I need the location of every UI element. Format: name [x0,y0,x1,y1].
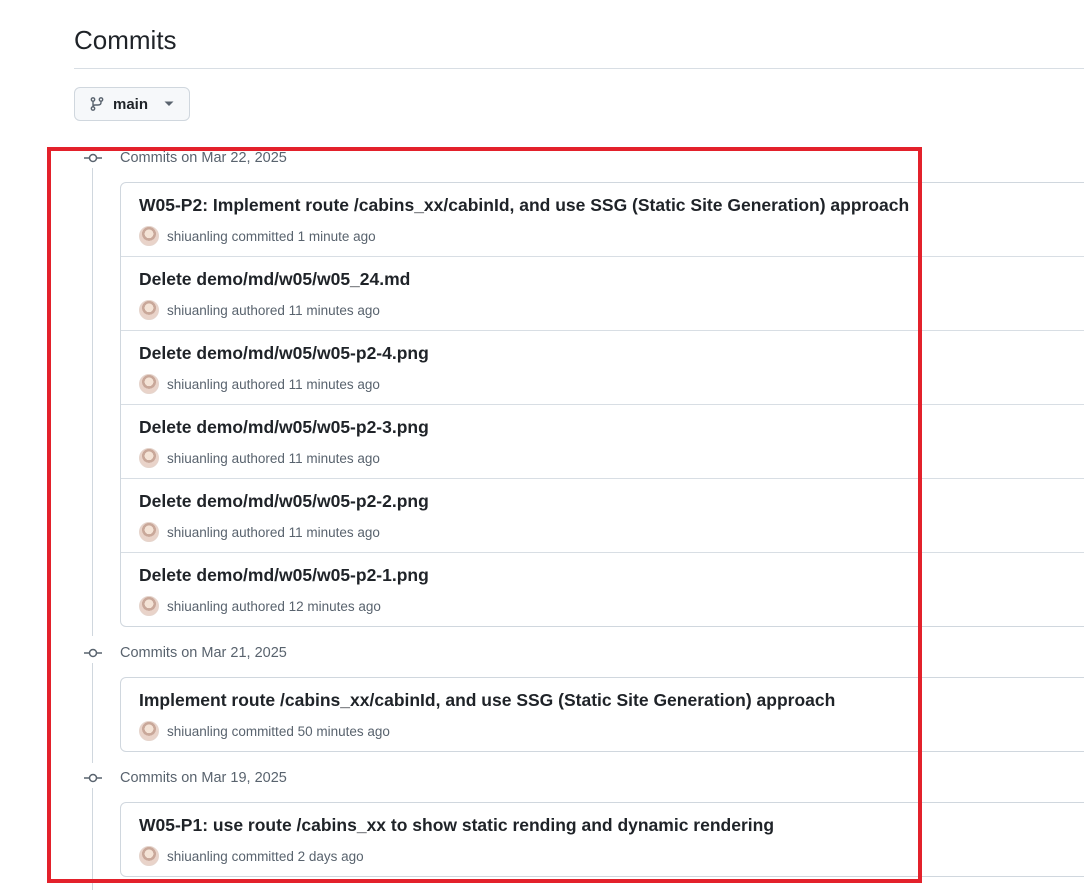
commit-time: 1 minute ago [297,228,376,244]
commit-author[interactable]: shiuanling [167,229,228,244]
commit-author[interactable]: shiuanling [167,303,228,318]
commit-message-link[interactable]: Delete demo/md/w05/w05-p2-3.png [139,417,429,438]
avatar[interactable] [139,596,159,616]
commit-meta: shiuanling committed 2 days ago [139,846,364,866]
commit-time: 11 minutes ago [288,302,380,318]
commit-time: 11 minutes ago [288,450,380,466]
commit-author[interactable]: shiuanling [167,849,228,864]
commit-author[interactable]: shiuanling [167,451,228,466]
avatar[interactable] [139,448,159,468]
commit-meta: shiuanling authored 11 minutes ago [139,374,380,394]
commit-list: W05-P1: use route /cabins_xx to show sta… [120,802,1084,877]
git-commit-icon [83,772,103,784]
commit-message-link[interactable]: W05-P2: Implement route /cabins_xx/cabin… [139,195,909,216]
commit-group-date: Commits on Mar 22, 2025 [120,150,287,166]
commit-time: 11 minutes ago [288,524,380,540]
commit-author[interactable]: shiuanling [167,377,228,392]
commit-message-link[interactable]: Delete demo/md/w05/w05-p2-1.png [139,565,429,586]
avatar[interactable] [139,300,159,320]
timeline-line [92,663,93,763]
commit-action: committed [231,848,294,864]
commit-row: Delete demo/md/w05/w05_24.md shiuanling … [121,256,1084,330]
commit-author[interactable]: shiuanling [167,525,228,540]
commit-time: 11 minutes ago [288,376,380,392]
commit-message-link[interactable]: Delete demo/md/w05/w05_24.md [139,269,410,290]
commit-meta: shiuanling committed 50 minutes ago [139,721,390,741]
commit-row: Delete demo/md/w05/w05-p2-3.png shiuanli… [121,404,1084,478]
commit-row: Implement route /cabins_xx/cabinId, and … [121,678,1084,751]
commit-group-date: Commits on Mar 19, 2025 [120,770,287,786]
avatar[interactable] [139,522,159,542]
commit-group-header: Commits on Mar 19, 2025 [83,768,287,788]
commit-row: W05-P2: Implement route /cabins_xx/cabin… [121,183,1084,256]
commit-action: committed [231,228,294,244]
avatar[interactable] [139,846,159,866]
commit-action: authored [231,598,285,614]
commit-row: Delete demo/md/w05/w05-p2-2.png shiuanli… [121,478,1084,552]
git-commit-icon [83,152,103,164]
commit-time: 2 days ago [297,848,364,864]
commit-message-link[interactable]: W05-P1: use route /cabins_xx to show sta… [139,815,774,836]
avatar[interactable] [139,721,159,741]
git-commit-icon [83,647,103,659]
commit-time: 12 minutes ago [288,598,381,614]
commit-meta: shiuanling authored 12 minutes ago [139,596,381,616]
commit-action: authored [231,450,285,466]
commit-action: authored [231,524,285,540]
commit-message-link[interactable]: Delete demo/md/w05/w05-p2-4.png [139,343,429,364]
commit-group-header: Commits on Mar 22, 2025 [83,148,287,168]
commit-list: W05-P2: Implement route /cabins_xx/cabin… [120,182,1084,627]
commit-time: 50 minutes ago [297,723,390,739]
commit-row: W05-P1: use route /cabins_xx to show sta… [121,803,1084,876]
commit-action: authored [231,376,285,392]
commit-row: Delete demo/md/w05/w05-p2-1.png shiuanli… [121,552,1084,626]
timeline-line [92,168,93,636]
commit-timeline: Commits on Mar 22, 2025 W05-P2: Implemen… [0,0,1084,890]
avatar[interactable] [139,374,159,394]
commit-meta: shiuanling authored 11 minutes ago [139,448,380,468]
timeline-line [92,788,93,890]
commit-action: committed [231,723,294,739]
commit-group-date: Commits on Mar 21, 2025 [120,645,287,661]
commit-meta: shiuanling authored 11 minutes ago [139,300,380,320]
commit-list: Implement route /cabins_xx/cabinId, and … [120,677,1084,752]
commit-author[interactable]: shiuanling [167,724,228,739]
commit-row: Delete demo/md/w05/w05-p2-4.png shiuanli… [121,330,1084,404]
commit-author[interactable]: shiuanling [167,599,228,614]
commit-meta: shiuanling authored 11 minutes ago [139,522,380,542]
commit-meta: shiuanling committed 1 minute ago [139,226,376,246]
commit-group-header: Commits on Mar 21, 2025 [83,643,287,663]
commit-message-link[interactable]: Delete demo/md/w05/w05-p2-2.png [139,491,429,512]
commit-action: authored [231,302,285,318]
avatar[interactable] [139,226,159,246]
commit-message-link[interactable]: Implement route /cabins_xx/cabinId, and … [139,690,835,711]
